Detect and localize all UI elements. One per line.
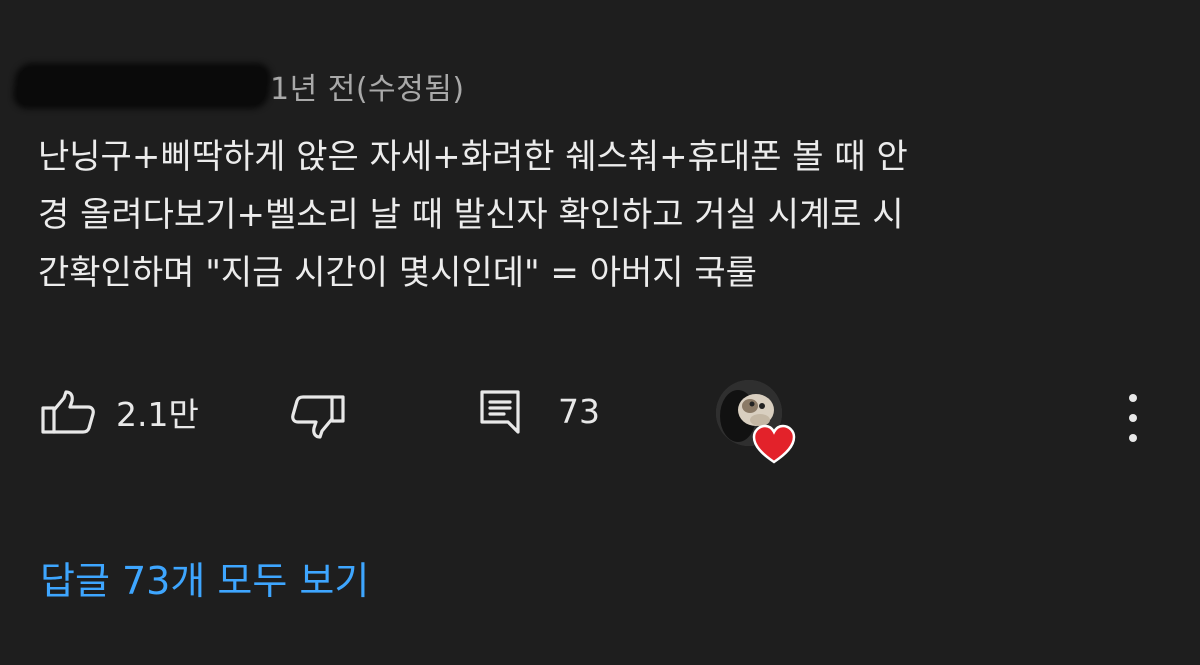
view-all-replies-link[interactable]: 답글 73개 모두 보기 — [40, 550, 369, 605]
dislike-button[interactable] — [288, 394, 346, 440]
comment-header: 1년 전(수정됨) — [16, 60, 465, 112]
like-count: 2.1만 — [116, 395, 199, 434]
like-button[interactable]: 2.1만 — [40, 388, 199, 436]
thumbs-down-icon — [291, 395, 345, 439]
comment-text: 난닝구+삐딱하게 앉은 자세+화려한 쉐스춰+휴대폰 볼 때 안 경 올려다보기… — [38, 137, 908, 293]
comment-icon — [480, 390, 520, 434]
creator-heart-badge — [716, 380, 800, 464]
comment-timestamp[interactable]: 1년 전(수정됨) — [270, 64, 465, 108]
reply-button[interactable]: 73 — [478, 388, 600, 434]
comment-item: 1년 전(수정됨) 난닝구+삐딱하게 앉은 자세+화려한 쉐스춰+휴대폰 볼 때… — [0, 0, 1200, 665]
thumbs-up-icon — [41, 390, 95, 434]
comment-action-bar: 2.1만 73 — [0, 380, 1200, 464]
author-name-redacted[interactable] — [16, 67, 268, 105]
more-options-button[interactable] — [1118, 390, 1148, 446]
reply-count: 73 — [558, 391, 600, 431]
more-vert-icon — [1129, 394, 1137, 402]
heart-icon — [752, 424, 796, 464]
